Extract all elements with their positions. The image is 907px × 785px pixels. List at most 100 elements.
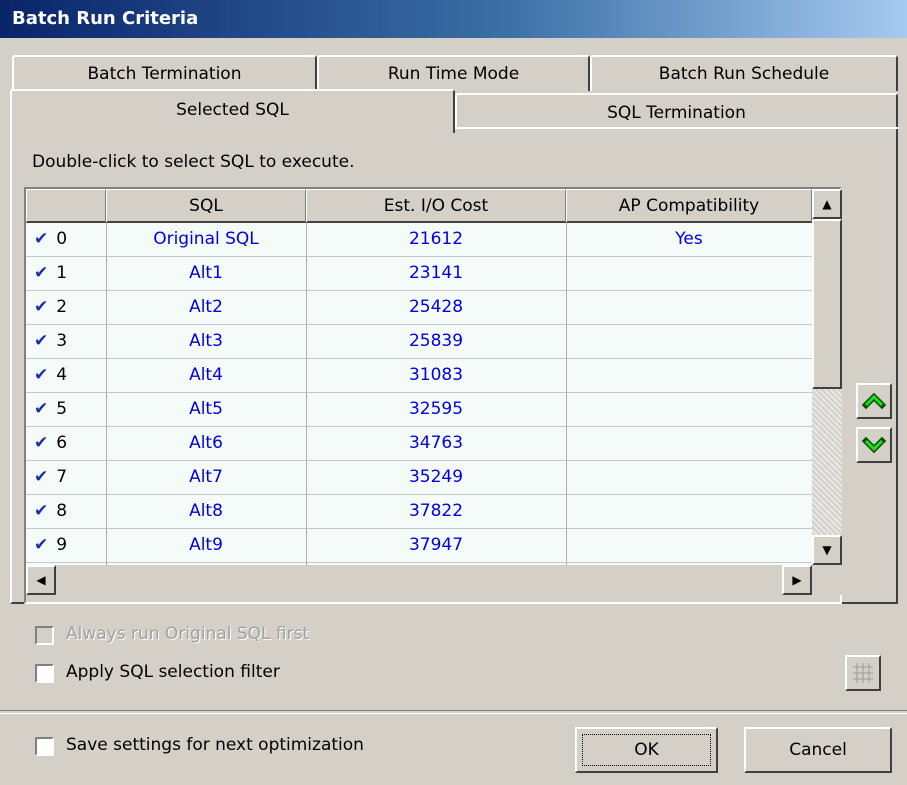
cost-cell[interactable]: 37822 <box>306 495 566 528</box>
row-index: ✔ 3 <box>34 325 67 358</box>
move-up-button[interactable] <box>856 383 892 419</box>
tab-sql-termination[interactable]: SQL Termination <box>455 93 898 129</box>
tab-run-time-mode[interactable]: Run Time Mode <box>317 55 590 91</box>
column-header-sql[interactable]: SQL <box>106 189 306 223</box>
tab-batch-run-schedule[interactable]: Batch Run Schedule <box>590 55 898 91</box>
table-row[interactable]: ✔ 7 Alt7 35249 <box>26 461 812 495</box>
tab-batch-termination[interactable]: Batch Termination <box>12 55 317 91</box>
table-row[interactable]: ✔ 5 Alt5 32595 <box>26 393 812 427</box>
ap-compatibility-cell[interactable] <box>566 495 812 528</box>
sql-cell[interactable]: Original SQL <box>106 223 306 256</box>
row-index: ✔ 0 <box>34 223 67 256</box>
grid-rows: ✔ 0 Original SQL 21612 Yes ✔ 1 Alt1 23141 ✔ 2 Alt2 2… <box>26 223 812 565</box>
scroll-down-icon[interactable]: ▼ <box>812 535 842 565</box>
vertical-scrollbar[interactable]: ▲ ▼ <box>812 189 842 565</box>
sql-cell[interactable]: Alt1 <box>106 257 306 290</box>
scrollbar-corner <box>812 565 842 595</box>
table-row[interactable]: ✔ 9 Alt9 37947 <box>26 529 812 563</box>
ap-compatibility-cell[interactable] <box>566 529 812 562</box>
always-run-original-label: Always run Original SQL first <box>66 624 310 644</box>
check-icon: ✔ <box>34 365 49 385</box>
column-header-cost[interactable]: Est. I/O Cost <box>306 189 566 223</box>
grid-divider <box>566 223 567 565</box>
row-index-value: 0 <box>56 229 68 249</box>
horizontal-scrollbar[interactable]: ◀ ▶ <box>26 565 812 595</box>
row-index: ✔ 9 <box>34 529 67 562</box>
filter-grid-button[interactable] <box>845 655 881 691</box>
column-header-index[interactable] <box>26 189 106 223</box>
save-settings-checkbox[interactable] <box>35 737 54 756</box>
ap-compatibility-cell[interactable]: Yes <box>566 223 812 256</box>
sql-cell[interactable]: Alt8 <box>106 495 306 528</box>
ap-compatibility-cell[interactable] <box>566 427 812 460</box>
apply-filter-checkbox[interactable] <box>35 664 54 683</box>
table-row[interactable]: ✔ 6 Alt6 34763 <box>26 427 812 461</box>
row-index: ✔ 7 <box>34 461 67 494</box>
footer-separator <box>0 710 907 714</box>
ap-compatibility-cell[interactable] <box>566 257 812 290</box>
sql-cell[interactable]: Alt9 <box>106 529 306 562</box>
cost-cell[interactable]: 23141 <box>306 257 566 290</box>
sql-cell[interactable]: Alt6 <box>106 427 306 460</box>
cost-cell[interactable]: 21612 <box>306 223 566 256</box>
ap-compatibility-cell[interactable] <box>566 359 812 392</box>
grid-divider <box>306 223 307 565</box>
tab-label: Batch Run Schedule <box>658 64 830 84</box>
row-index: ✔ 4 <box>34 359 67 392</box>
row-index: ✔ 5 <box>34 393 67 426</box>
tab-label: Run Time Mode <box>387 64 520 84</box>
column-header-ap-compatibility[interactable]: AP Compatibility <box>566 189 812 223</box>
check-icon: ✔ <box>34 297 49 317</box>
tab-label: Batch Termination <box>87 64 242 84</box>
scroll-left-icon[interactable]: ◀ <box>26 565 56 595</box>
sql-grid[interactable]: SQL Est. I/O Cost AP Compatibility ✔ 0 Ori… <box>24 187 842 604</box>
row-index-value: 4 <box>56 365 68 385</box>
row-index: ✔ 2 <box>34 291 67 324</box>
grid-icon <box>853 663 873 683</box>
cost-cell[interactable]: 34763 <box>306 427 566 460</box>
row-index-value: 6 <box>56 433 68 453</box>
cancel-button[interactable]: Cancel <box>744 727 892 773</box>
cost-cell[interactable]: 35249 <box>306 461 566 494</box>
table-row[interactable]: ✔ 2 Alt2 25428 <box>26 291 812 325</box>
row-index-value: 9 <box>56 535 68 555</box>
sql-cell[interactable]: Alt4 <box>106 359 306 392</box>
sql-cell[interactable]: Alt7 <box>106 461 306 494</box>
table-row[interactable]: ✔ 1 Alt1 23141 <box>26 257 812 291</box>
chevron-up-icon <box>861 392 887 410</box>
cost-cell[interactable]: 25839 <box>306 325 566 358</box>
scroll-right-icon[interactable]: ▶ <box>782 565 812 595</box>
ok-button[interactable]: OK <box>575 727 718 773</box>
ap-compatibility-cell[interactable] <box>566 461 812 494</box>
scroll-up-icon[interactable]: ▲ <box>812 189 842 219</box>
row-index-value: 2 <box>56 297 68 317</box>
ap-compatibility-cell[interactable] <box>566 393 812 426</box>
always-run-original-checkbox[interactable] <box>35 626 54 645</box>
cost-cell[interactable]: 31083 <box>306 359 566 392</box>
scroll-thumb[interactable] <box>812 219 842 389</box>
row-index-value: 8 <box>56 501 68 521</box>
cost-cell[interactable]: 37947 <box>306 529 566 562</box>
table-row[interactable]: ✔ 8 Alt8 37822 <box>26 495 812 529</box>
tab-selected-sql[interactable]: Selected SQL <box>10 89 455 133</box>
cost-cell[interactable]: 25428 <box>306 291 566 324</box>
table-row[interactable]: ✔ 3 Alt3 25839 <box>26 325 812 359</box>
table-row[interactable]: ✔ 4 Alt4 31083 <box>26 359 812 393</box>
row-index-value: 3 <box>56 331 68 351</box>
sql-cell[interactable]: Alt3 <box>106 325 306 358</box>
cost-cell[interactable]: 32595 <box>306 393 566 426</box>
sql-cell[interactable]: Alt5 <box>106 393 306 426</box>
focus-ring <box>582 734 711 766</box>
table-row[interactable]: ✔ 0 Original SQL 21612 Yes <box>26 223 812 257</box>
ap-compatibility-cell[interactable] <box>566 325 812 358</box>
move-down-button[interactable] <box>856 427 892 463</box>
check-icon: ✔ <box>34 501 49 521</box>
row-index: ✔ 1 <box>34 257 67 290</box>
save-settings-label: Save settings for next optimization <box>66 735 364 755</box>
tab-label: Selected SQL <box>176 100 289 120</box>
window-title: Batch Run Criteria <box>0 0 907 38</box>
ap-compatibility-cell[interactable] <box>566 291 812 324</box>
check-icon: ✔ <box>34 263 49 283</box>
row-index: ✔ 6 <box>34 427 67 460</box>
sql-cell[interactable]: Alt2 <box>106 291 306 324</box>
